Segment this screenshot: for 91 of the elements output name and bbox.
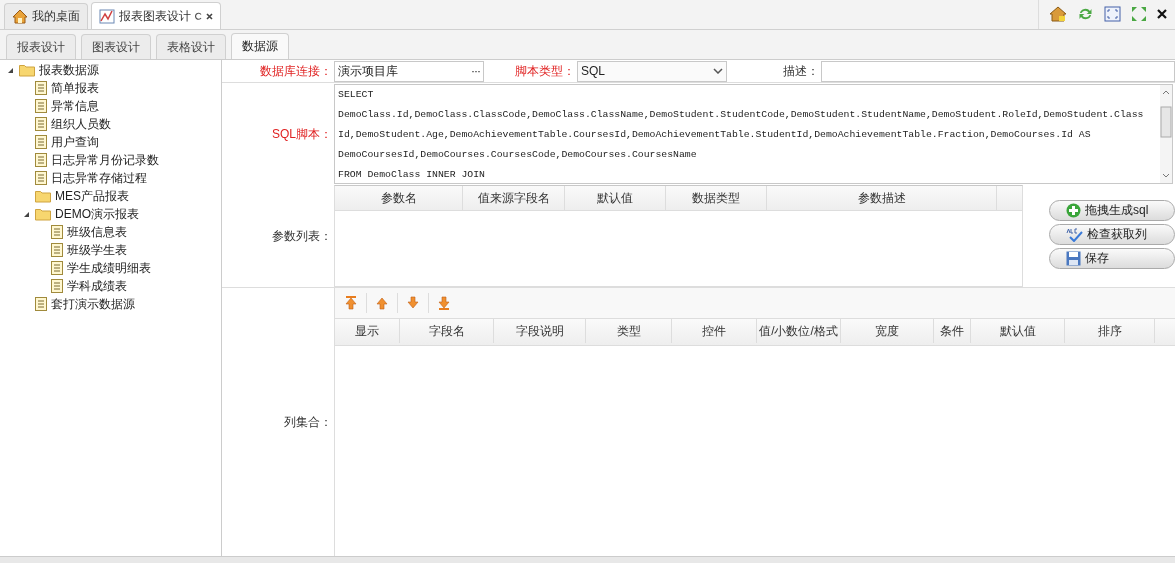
field-label: 数据库连接： bbox=[260, 62, 333, 80]
tree-item[interactable]: 学生成绩明细表 bbox=[66, 258, 152, 278]
folder-icon bbox=[35, 207, 51, 221]
column-header[interactable]: 数据类型 bbox=[666, 186, 767, 210]
tree-item[interactable]: 学科成绩表 bbox=[66, 276, 128, 296]
connection-field[interactable]: 演示项目库 ··· bbox=[334, 60, 484, 82]
field-value: 演示项目库 bbox=[338, 62, 398, 80]
tree-item[interactable]: 异常信息 bbox=[50, 96, 100, 116]
column-header[interactable]: 字段说明 bbox=[494, 319, 586, 343]
folder-icon bbox=[19, 63, 35, 77]
expanded-arrow-icon[interactable] bbox=[22, 210, 30, 218]
refresh-icon[interactable] bbox=[195, 12, 202, 20]
field-label: 列集合： bbox=[284, 413, 333, 431]
tree-item[interactable]: 日志异常存储过程 bbox=[50, 168, 148, 188]
chevron-down-icon bbox=[713, 68, 723, 74]
tree-item[interactable]: 报表数据源 bbox=[38, 60, 100, 80]
column-header[interactable]: 参数描述 bbox=[767, 186, 997, 210]
column-header[interactable]: 默认值 bbox=[565, 186, 666, 210]
column-header[interactable]: 默认值 bbox=[971, 319, 1065, 343]
document-icon bbox=[51, 261, 63, 275]
expanded-arrow-icon[interactable] bbox=[6, 66, 14, 74]
action-button[interactable]: 保存 bbox=[1049, 248, 1175, 269]
move-bottom-icon[interactable] bbox=[438, 296, 450, 310]
action-button[interactable]: 拖拽生成sql bbox=[1049, 200, 1175, 221]
tree-item[interactable]: 组织人员数 bbox=[50, 114, 112, 134]
field-label: 参数列表： bbox=[272, 227, 333, 245]
close-icon[interactable] bbox=[206, 12, 213, 20]
script-type-dropdown[interactable]: SQL bbox=[577, 60, 727, 82]
column-header[interactable]: 显示 bbox=[335, 319, 400, 343]
document-icon bbox=[51, 243, 63, 257]
tree-item[interactable]: 简单报表 bbox=[50, 78, 100, 98]
action-button[interactable]: 检查获取列 bbox=[1049, 224, 1175, 245]
column-header[interactable]: 值/小数位/格式 bbox=[757, 319, 841, 343]
code-line: SELECT bbox=[338, 88, 375, 102]
document-icon bbox=[51, 279, 63, 293]
home-icon[interactable] bbox=[1049, 6, 1067, 22]
tree-item[interactable]: 班级学生表 bbox=[66, 240, 128, 260]
tree-item[interactable]: MES产品报表 bbox=[54, 186, 130, 206]
tab-label: 我的桌面 bbox=[32, 8, 80, 25]
spellcheck-icon bbox=[1066, 227, 1083, 242]
tree-item[interactable]: 班级信息表 bbox=[66, 222, 128, 242]
tab[interactable]: 表格设计 bbox=[156, 34, 226, 59]
field-value: SQL bbox=[581, 64, 605, 78]
document-icon bbox=[35, 153, 47, 167]
save-icon bbox=[1066, 251, 1081, 266]
tab[interactable]: 报表设计 bbox=[6, 34, 76, 59]
fullscreen-icon[interactable] bbox=[1104, 6, 1121, 22]
column-header[interactable]: 条件 bbox=[934, 319, 971, 343]
code-line: DemoClass.Id,DemoClass.ClassCode,DemoClass.ClassName,DemoStudent.StudentCode,DemoStudent.StudentName,DemoStudent.RoleId,DemoStudent.Class bbox=[338, 108, 1145, 122]
field-label: SQL脚本： bbox=[272, 125, 333, 143]
move-top-icon[interactable] bbox=[345, 296, 357, 310]
document-icon bbox=[35, 117, 47, 131]
column-header[interactable]: 字段名 bbox=[400, 319, 494, 343]
code-line: FROM DemoClass INNER JOIN bbox=[338, 168, 486, 182]
document-icon bbox=[35, 81, 47, 95]
plus-icon bbox=[1066, 203, 1081, 218]
column-header[interactable]: 控件 bbox=[672, 319, 757, 343]
tab[interactable]: 数据源 bbox=[231, 33, 289, 59]
home-icon bbox=[12, 9, 28, 24]
document-icon bbox=[35, 171, 47, 185]
document-icon bbox=[35, 99, 47, 113]
column-header[interactable]: 类型 bbox=[586, 319, 672, 343]
tab[interactable]: 我的桌面 bbox=[4, 3, 88, 29]
scrollbar[interactable] bbox=[1160, 85, 1172, 183]
tab[interactable]: 报表图表设计 bbox=[91, 2, 221, 29]
field-label: 描述： bbox=[783, 62, 820, 80]
folder-icon bbox=[35, 189, 51, 203]
field-label: 脚本类型： bbox=[515, 62, 576, 80]
close-icon[interactable] bbox=[1157, 9, 1167, 19]
tree-item[interactable]: DEMO演示报表 bbox=[54, 204, 140, 224]
chart-icon bbox=[99, 8, 115, 24]
document-icon bbox=[35, 297, 47, 311]
tree-item[interactable]: 用户查询 bbox=[50, 132, 100, 152]
sql-editor[interactable] bbox=[334, 84, 1173, 184]
move-up-icon[interactable] bbox=[376, 296, 388, 310]
document-icon bbox=[35, 135, 47, 149]
column-header[interactable]: 宽度 bbox=[841, 319, 934, 343]
column-header[interactable]: 参数名 bbox=[335, 186, 463, 210]
tab-label: 报表图表设计 bbox=[119, 7, 191, 25]
document-icon bbox=[51, 225, 63, 239]
description-field[interactable] bbox=[821, 60, 1175, 82]
tree-item[interactable]: 套打演示数据源 bbox=[50, 294, 136, 314]
move-down-icon[interactable] bbox=[407, 296, 419, 310]
browse-button[interactable]: ··· bbox=[471, 64, 480, 78]
tree-item[interactable]: 日志异常月份记录数 bbox=[50, 150, 160, 170]
code-line: DemoCoursesId,DemoCourses.CoursesCode,DemoCourses.CoursesName bbox=[338, 148, 698, 162]
expand-icon[interactable] bbox=[1131, 6, 1147, 22]
column-header[interactable]: 值来源字段名 bbox=[463, 186, 565, 210]
code-line: Id,DemoStudent.Age,DemoAchievementTable.CoursesId,DemoAchievementTable.StudentId,DemoAchievementTable.Fraction,DemoCourses.Id AS bbox=[338, 128, 1092, 142]
column-header[interactable]: 排序 bbox=[1065, 319, 1155, 343]
tab[interactable]: 图表设计 bbox=[81, 34, 151, 59]
